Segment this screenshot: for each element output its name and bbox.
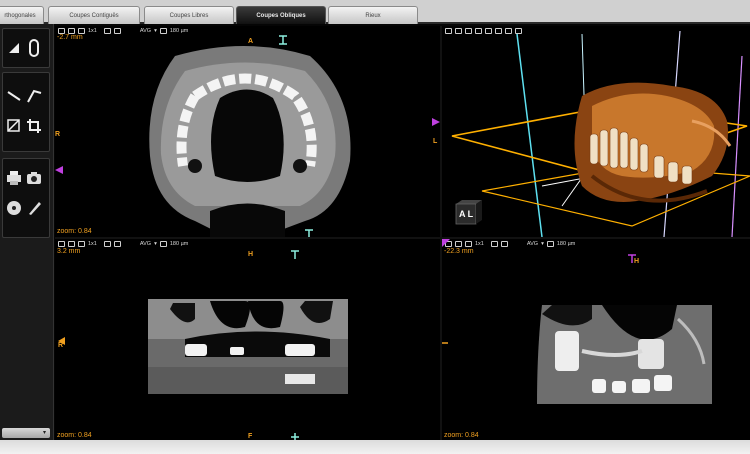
axial-viewport[interactable]: 1x1 AVG ▾ 180 µm -2.7 mm A R L P zoom: 0… [55, 26, 440, 237]
volume-viewport[interactable]: A L [442, 26, 750, 237]
crosshair-marker-top[interactable] [291, 250, 299, 259]
screen: rthogonales Coupes Contiguës Coupes Libr… [0, 0, 750, 440]
coronal-viewport[interactable]: 1x1 AVG ▾ 180 µm 3.2 mm H R F zoom: 0.84 [55, 239, 440, 440]
tool-group-measure [2, 72, 50, 152]
axial-ct-image [55, 35, 440, 237]
crosshair-marker-bottom[interactable] [291, 433, 299, 440]
angle-icon[interactable] [25, 87, 43, 105]
crosshair-marker-top[interactable] [628, 254, 636, 263]
cursor-icon[interactable] [5, 39, 23, 57]
viewport-divider-horizontal [55, 237, 750, 239]
orientation-cube[interactable]: A L [452, 198, 484, 226]
brush-icon[interactable] [25, 199, 43, 217]
pill-icon[interactable] [25, 39, 43, 57]
axis-marker-right[interactable] [432, 118, 440, 126]
eraser-icon[interactable] [5, 117, 23, 135]
monitor-bezel [0, 440, 750, 454]
disc-icon[interactable] [5, 199, 23, 217]
crosshair-marker-top[interactable] [279, 35, 287, 45]
camera-icon[interactable] [25, 169, 43, 187]
tab-coupes-libres[interactable]: Coupes Libres [144, 6, 234, 24]
tab-coupes-contigues[interactable]: Coupes Contiguës [48, 6, 140, 24]
sagittal-ct-image [442, 239, 712, 404]
viewport-divider-vertical [440, 26, 442, 440]
coronal-ct-image [58, 250, 348, 440]
crop-icon[interactable] [25, 117, 43, 135]
volume-render [451, 30, 750, 237]
sagittal-viewport[interactable]: 1x1 AVG ▾ 180 µm -22.3 mm H L A zoom: 0.… [442, 239, 750, 440]
crosshair-marker-bottom[interactable] [305, 229, 313, 237]
tool-group-top [2, 28, 50, 68]
printer-icon[interactable] [5, 169, 23, 187]
crosshair-marker-center[interactable] [442, 339, 448, 347]
tool-panel: ▾ [0, 24, 54, 440]
axis-marker-left[interactable] [55, 166, 63, 174]
tab-coupes-obliques[interactable]: Coupes Obliques [236, 6, 326, 24]
line-measure-icon[interactable] [5, 87, 23, 105]
tab-orthogonales[interactable]: rthogonales [0, 6, 44, 24]
scroll-down-button[interactable]: ▾ [2, 428, 50, 438]
tab-bar: rthogonales Coupes Contiguës Coupes Libr… [0, 0, 750, 24]
cube-letters: A L [459, 209, 474, 219]
tool-group-output [2, 158, 50, 238]
tab-rieux[interactable]: Rieux [328, 6, 418, 24]
